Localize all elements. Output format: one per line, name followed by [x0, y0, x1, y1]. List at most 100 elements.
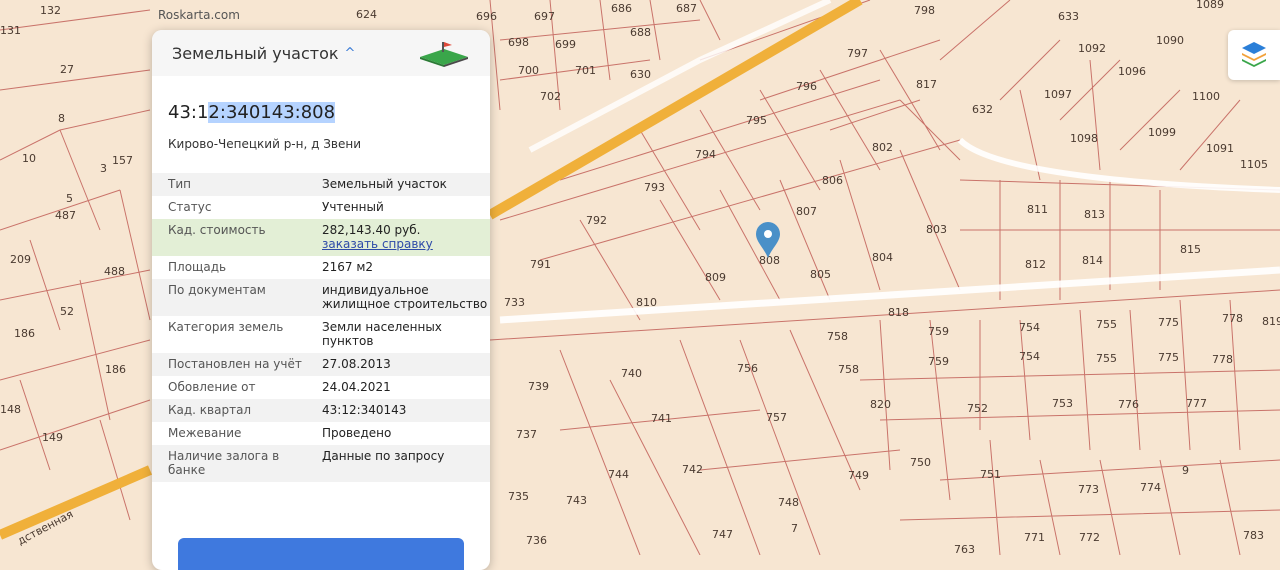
order-certificate-link[interactable]: заказать справку	[322, 237, 490, 251]
cadastral-number-prefix: 43:1	[168, 102, 209, 123]
parcel-number-label: 811	[1027, 203, 1048, 216]
parcel-number-label: 757	[766, 411, 787, 424]
parcel-number-label: 778	[1212, 353, 1233, 366]
parcel-number-label: 740	[621, 367, 642, 380]
parcel-number-label: 488	[104, 265, 125, 278]
row-cadastral-value: Кад. стоимость 282,143.40 руб. заказать сп…	[152, 219, 490, 256]
attr-key: Кад. стоимость	[168, 223, 266, 237]
parcel-number-label: 630	[630, 68, 651, 81]
parcel-number-label: 775	[1158, 351, 1179, 364]
row-pledge: Наличие залога в банке Данные по запросу	[152, 445, 490, 482]
parcel-number-label: 813	[1084, 208, 1105, 221]
parcel-number-label: 696	[476, 10, 497, 23]
parcel-number-label: 741	[651, 412, 672, 425]
row-area: Площадь 2167 м2	[152, 256, 490, 279]
parcel-number-label: 817	[916, 78, 937, 91]
parcel-number-label: 1100	[1192, 90, 1220, 103]
parcel-number-label: 756	[737, 362, 758, 375]
parcel-number-label: 700	[518, 64, 539, 77]
parcel-number-label: 132	[40, 4, 61, 17]
parcel-number-label: 763	[954, 543, 975, 555]
parcel-number-label: 796	[796, 80, 817, 93]
parcel-number-label: 804	[872, 251, 893, 264]
parcel-number-label: 802	[872, 141, 893, 154]
parcel-number-label: 807	[796, 205, 817, 218]
parcel-number-label: 735	[508, 490, 529, 503]
row-type: Тип Земельный участок	[152, 173, 490, 196]
attr-key: Тип	[168, 177, 191, 191]
parcel-number-label: 803	[926, 223, 947, 236]
parcel-number-label: 755	[1096, 318, 1117, 331]
row-updated: Обовление от 24.04.2021	[152, 376, 490, 399]
parcel-number-label: 739	[528, 380, 549, 393]
parcel-number-label: 751	[980, 468, 1001, 481]
row-registered: Постановлен на учёт 27.08.2013	[152, 353, 490, 376]
parcel-number-label: 771	[1024, 531, 1045, 544]
parcel-number-label: 778	[1222, 312, 1243, 325]
parcel-number-label: 812	[1025, 258, 1046, 271]
parcel-number-label: 1098	[1070, 132, 1098, 145]
parcel-number-label: 7	[791, 522, 798, 535]
attr-value: Данные по запросу	[322, 449, 445, 463]
parcel-number-label: 754	[1019, 350, 1040, 363]
attr-key: Категория земель	[168, 320, 284, 334]
parcel-number-label: 758	[838, 363, 859, 376]
chevron-up-icon[interactable]: ^	[345, 46, 356, 61]
panel-title: Земельный участок	[172, 43, 339, 63]
panel-header[interactable]: Земельный участок ^	[152, 30, 490, 76]
parcel-number-label: 1096	[1118, 65, 1146, 78]
attr-value-cell: 282,143.40 руб. заказать справку	[306, 219, 490, 256]
parcel-number-label: 750	[910, 456, 931, 469]
parcel-number-label: 1091	[1206, 142, 1234, 155]
parcel-number-label: 810	[636, 296, 657, 309]
parcel-number-label: 815	[1180, 243, 1201, 256]
parcel-number-label: 795	[746, 114, 767, 127]
parcel-number-label: 806	[822, 174, 843, 187]
parcel-number-label: 805	[810, 268, 831, 281]
parcel-number-label: 131	[0, 24, 21, 37]
parcel-number-label: 798	[914, 4, 935, 17]
parcel-number-label: 5	[66, 192, 73, 205]
row-documents: По документам индивидуальное жилищное стр…	[152, 279, 490, 316]
parcel-number-label: 1105	[1240, 158, 1268, 171]
attr-value: 282,143.40 руб.	[322, 223, 421, 237]
parcel-number-label: 819	[1262, 315, 1280, 328]
attr-value: 27.08.2013	[322, 357, 391, 371]
attr-value: индивидуальное жилищное строительство	[322, 283, 488, 311]
parcel-number-label: 742	[682, 463, 703, 476]
parcel-number-label: 808	[759, 254, 780, 267]
primary-action-button[interactable]	[178, 538, 464, 570]
attr-key: Обовление от	[168, 380, 256, 394]
layers-button[interactable]	[1228, 30, 1280, 80]
site-name[interactable]: Roskarta.com	[158, 8, 240, 22]
parcel-number-label: 1097	[1044, 88, 1072, 101]
parcel-number-label: 794	[695, 148, 716, 161]
parcel-number-label: 733	[504, 296, 525, 309]
attributes-table: Тип Земельный участок Статус Учтенный Кад.…	[152, 173, 490, 482]
parcel-number-label: 783	[1243, 529, 1264, 542]
attr-key: Межевание	[168, 426, 242, 440]
row-status: Статус Учтенный	[152, 196, 490, 219]
parcel-number-label: 758	[827, 330, 848, 343]
parcel-number-label: 759	[928, 355, 949, 368]
cadastral-number-selected: 2:340143:808	[208, 102, 336, 123]
parcel-number-label: 752	[967, 402, 988, 415]
parcel-number-label: 797	[847, 47, 868, 60]
parcel-number-label: 1090	[1156, 34, 1184, 47]
attr-key: Постановлен на учёт	[168, 357, 302, 371]
parcel-number-label: 820	[870, 398, 891, 411]
parcel-number-label: 701	[575, 64, 596, 77]
attr-value: Земли населенных пунктов	[322, 320, 442, 348]
land-plot-icon	[420, 42, 468, 67]
cadastral-number[interactable]: 43:12:340143:808	[168, 102, 490, 123]
parcel-number-label: 487	[55, 209, 76, 222]
parcel-number-label: 814	[1082, 254, 1103, 267]
parcel-number-label: 793	[644, 181, 665, 194]
parcel-number-label: 148	[0, 403, 21, 416]
parcel-number-label: 775	[1158, 316, 1179, 329]
parcel-number-label: 792	[586, 214, 607, 227]
attr-key: Кад. квартал	[168, 403, 252, 417]
attr-key: Наличие залога в банке	[168, 449, 280, 477]
parcel-number-label: 687	[676, 2, 697, 15]
parcel-number-label: 698	[508, 36, 529, 49]
